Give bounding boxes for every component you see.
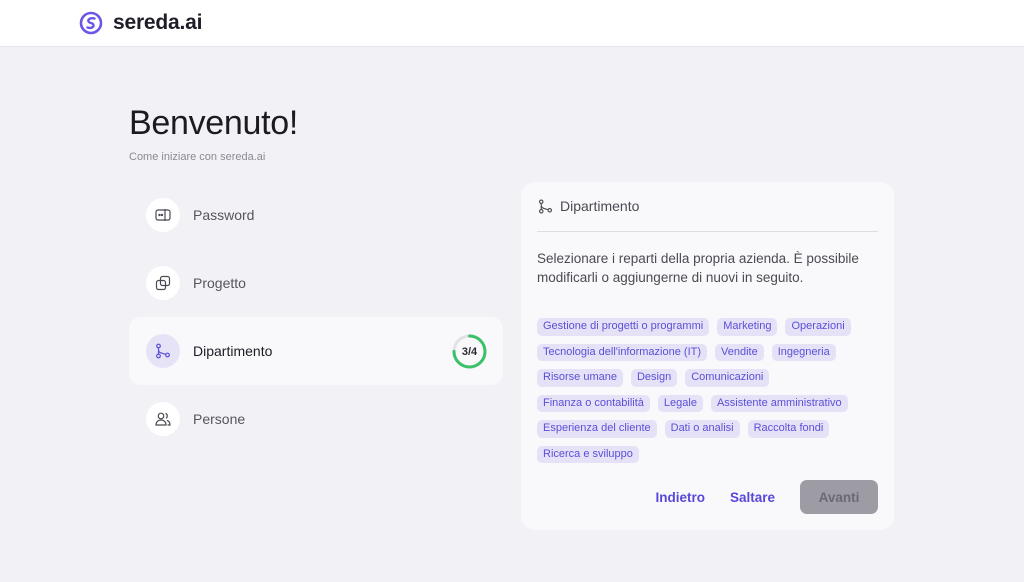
page-title: Benvenuto! — [129, 104, 299, 142]
department-tag[interactable]: Operazioni — [785, 318, 851, 336]
department-tag[interactable]: Design — [630, 369, 678, 387]
step-label: Progetto — [193, 275, 246, 291]
department-tag[interactable]: Risorse umane — [537, 369, 623, 387]
department-icon — [146, 334, 180, 368]
department-tag[interactable]: Gestione di progetti o programmi — [537, 318, 710, 336]
card-title: Dipartimento — [560, 198, 640, 214]
skip-button[interactable]: Saltare — [730, 490, 775, 505]
step-project[interactable]: Progetto — [129, 249, 503, 317]
progress-count: 3/4 — [461, 345, 478, 358]
brand-name: sereda.ai — [113, 11, 203, 34]
department-icon — [538, 199, 553, 214]
card-description: Selezionare i reparti della propria azie… — [537, 251, 859, 285]
department-tag[interactable]: Legale — [657, 394, 703, 412]
people-icon — [146, 402, 180, 436]
department-tag[interactable]: Raccolta fondi — [747, 420, 830, 438]
department-tag[interactable]: Ricerca e sviluppo — [537, 445, 639, 463]
logo[interactable]: sereda.ai — [79, 11, 202, 35]
department-tag[interactable]: Ingegneria — [771, 343, 836, 361]
department-tag[interactable]: Dati o analisi — [664, 420, 740, 438]
step-department[interactable]: Dipartimento 3/4 — [129, 317, 503, 385]
sereda-logo-icon — [79, 11, 103, 35]
step-label: Password — [193, 207, 255, 223]
top-bar: sereda.ai — [0, 0, 1024, 47]
department-tag[interactable]: Esperienza del cliente — [537, 420, 657, 438]
card-actions: Indietro Saltare Avanti — [655, 480, 878, 514]
department-tag[interactable]: Assistente amministrativo — [710, 394, 848, 412]
step-password[interactable]: Password — [129, 181, 503, 249]
next-button[interactable]: Avanti — [800, 480, 878, 514]
onboarding-steps: Password Progetto Dipartimento 3/4 Perso… — [129, 181, 503, 453]
department-tag[interactable]: Vendite — [715, 343, 764, 361]
department-tag[interactable]: Comunicazioni — [685, 369, 770, 387]
page-subtitle: Come iniziare con sereda.ai — [129, 151, 266, 163]
card-header: Dipartimento — [537, 196, 878, 232]
password-icon — [146, 198, 180, 232]
step-label: Persone — [193, 411, 246, 427]
step-label: Dipartimento — [193, 343, 273, 359]
department-tag[interactable]: Marketing — [717, 318, 778, 336]
department-tags: Gestione di progetti o programmi Marketin… — [537, 318, 882, 463]
step-people[interactable]: Persone — [129, 385, 503, 453]
back-button[interactable]: Indietro — [655, 490, 705, 505]
department-tag[interactable]: Tecnologia dell'informazione (IT) — [537, 343, 708, 361]
project-icon — [146, 266, 180, 300]
department-card: Dipartimento Selezionare i reparti della… — [521, 182, 894, 530]
department-tag[interactable]: Finanza o contabilità — [537, 394, 650, 412]
